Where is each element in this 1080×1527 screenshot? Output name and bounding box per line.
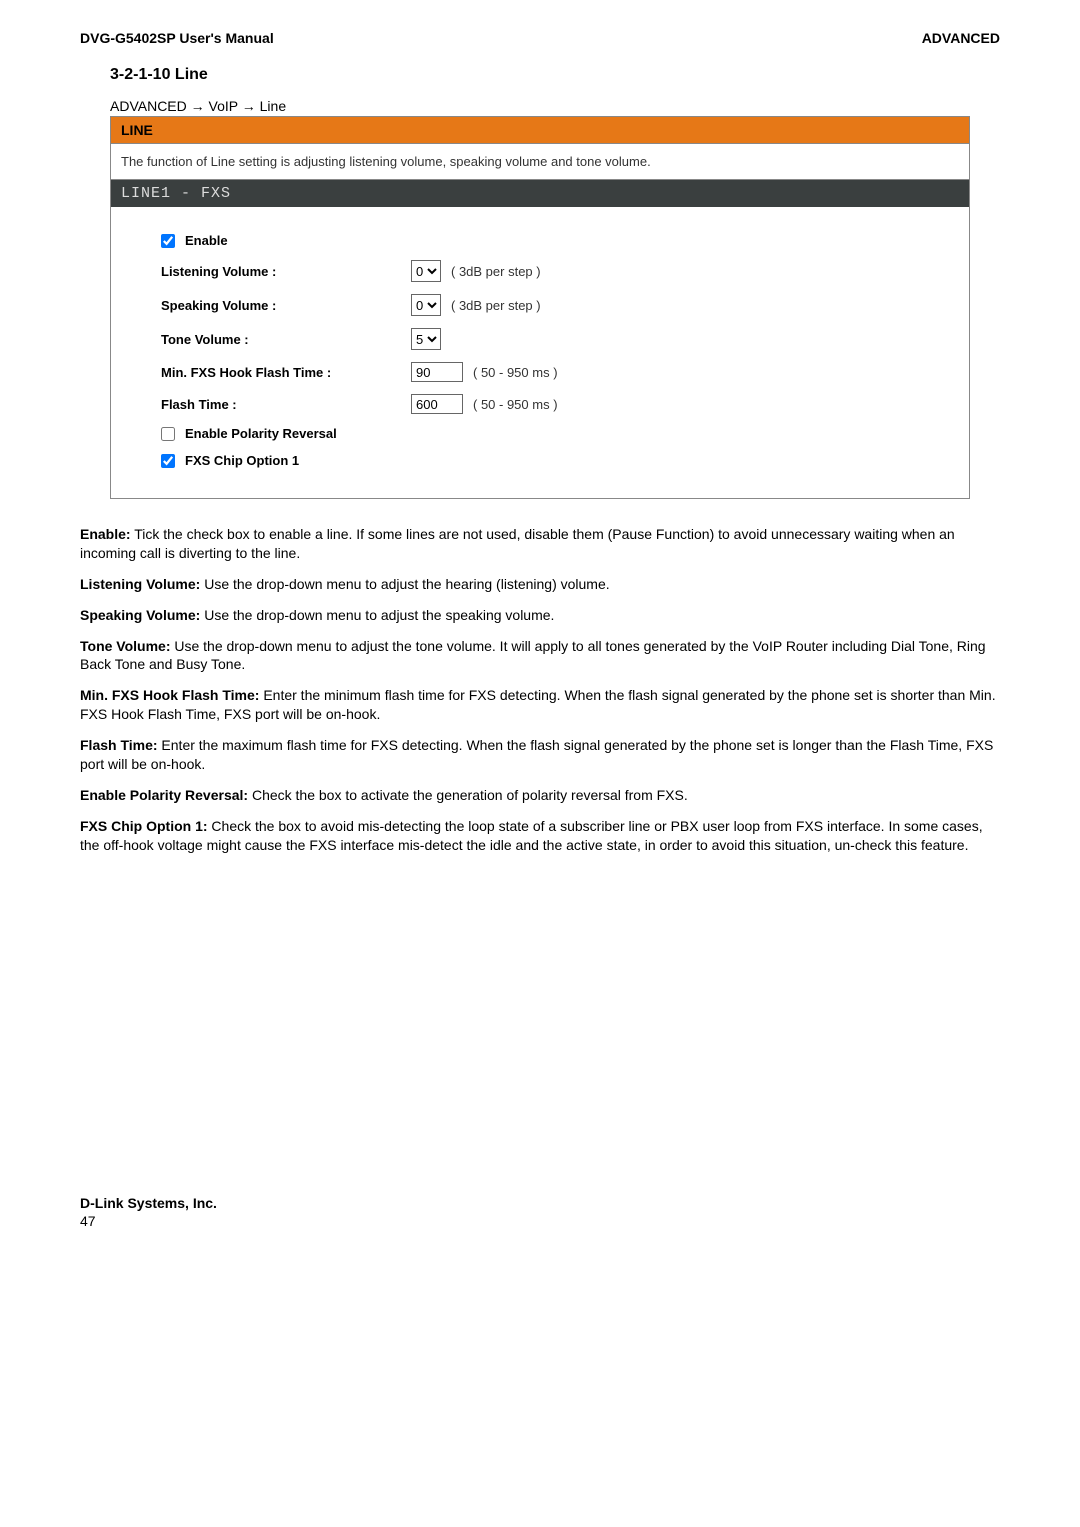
footer-company: D-Link Systems, Inc. bbox=[80, 1195, 217, 1211]
header-section: ADVANCED bbox=[922, 30, 1000, 46]
section-heading: 3-2-1-10 Line bbox=[110, 66, 970, 84]
panel-description: The function of Line setting is adjustin… bbox=[111, 144, 969, 180]
tone-volume-select[interactable]: 5 bbox=[411, 328, 441, 350]
para-speaking: Speaking Volume: Use the drop-down menu … bbox=[80, 606, 1000, 625]
min-fxs-hook-input[interactable] bbox=[411, 362, 463, 382]
tone-volume-label: Tone Volume : bbox=[161, 332, 411, 347]
manual-title: DVG-G5402SP User's Manual bbox=[80, 30, 274, 46]
min-fxs-hook-help: ( 50 - 950 ms ) bbox=[473, 365, 558, 380]
para-tone: Tone Volume: Use the drop-down menu to a… bbox=[80, 637, 1000, 675]
para-polarity: Enable Polarity Reversal: Check the box … bbox=[80, 786, 1000, 805]
para-minfxs: Min. FXS Hook Flash Time: Enter the mini… bbox=[80, 686, 1000, 724]
para-enable: Enable: Tick the check box to enable a l… bbox=[80, 525, 1000, 563]
line-panel: LINE The function of Line setting is adj… bbox=[110, 116, 970, 499]
polarity-reversal-label: Enable Polarity Reversal bbox=[185, 426, 435, 441]
speaking-volume-label: Speaking Volume : bbox=[161, 298, 411, 313]
listening-volume-select[interactable]: 0 bbox=[411, 260, 441, 282]
listening-volume-help: ( 3dB per step ) bbox=[451, 264, 541, 279]
fxs-chip-option-checkbox[interactable] bbox=[161, 454, 175, 468]
breadcrumb: ADVANCED → VoIP → Line bbox=[110, 98, 970, 114]
panel-subheader: LINE1 - FXS bbox=[111, 180, 969, 207]
panel-title: LINE bbox=[111, 117, 969, 144]
para-fxschip: FXS Chip Option 1: Check the box to avoi… bbox=[80, 817, 1000, 855]
enable-label: Enable bbox=[185, 233, 435, 248]
speaking-volume-help: ( 3dB per step ) bbox=[451, 298, 541, 313]
enable-checkbox[interactable] bbox=[161, 234, 175, 248]
listening-volume-label: Listening Volume : bbox=[161, 264, 411, 279]
flash-time-input[interactable] bbox=[411, 394, 463, 414]
fxs-chip-option-label: FXS Chip Option 1 bbox=[185, 453, 435, 468]
min-fxs-hook-label: Min. FXS Hook Flash Time : bbox=[161, 365, 411, 380]
flash-time-label: Flash Time : bbox=[161, 397, 411, 412]
speaking-volume-select[interactable]: 0 bbox=[411, 294, 441, 316]
para-listening: Listening Volume: Use the drop-down menu… bbox=[80, 575, 1000, 594]
polarity-reversal-checkbox[interactable] bbox=[161, 427, 175, 441]
flash-time-help: ( 50 - 950 ms ) bbox=[473, 397, 558, 412]
footer-page-number: 47 bbox=[80, 1213, 1000, 1229]
para-flash: Flash Time: Enter the maximum flash time… bbox=[80, 736, 1000, 774]
